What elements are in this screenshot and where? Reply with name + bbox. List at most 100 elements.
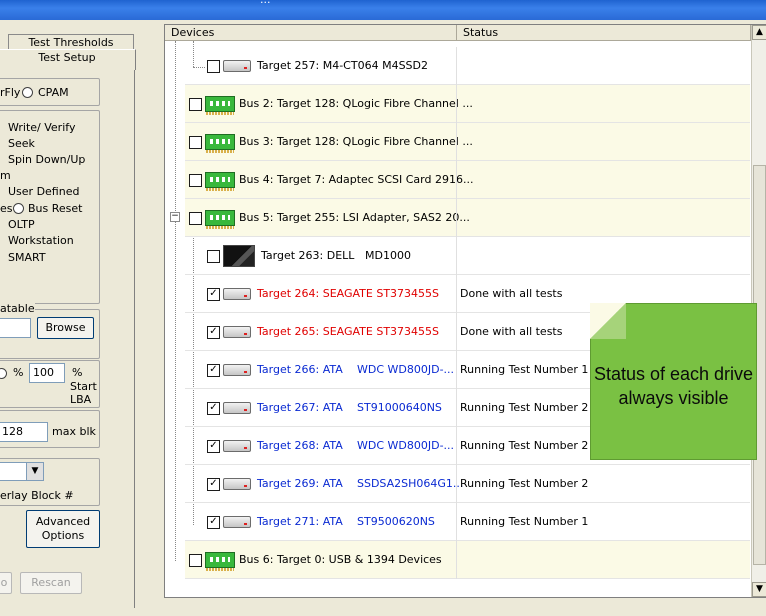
device-row[interactable]: ✓ Target 271: ATA ST9500620NS Running Test … — [185, 503, 750, 541]
device-status: Running Test Number 2 — [460, 401, 589, 414]
bus-row[interactable]: Bus 6: Target 0: USB & 1394 Devices — [185, 541, 750, 579]
test-option-seek[interactable]: Seek — [8, 137, 35, 150]
test-option-workstation[interactable]: Workstation — [8, 234, 74, 247]
test-option-fragment: m — [0, 169, 11, 182]
drive-icon — [223, 60, 251, 72]
overlay-select[interactable]: ▼ — [0, 462, 44, 481]
window-title-bar: ... — [0, 0, 766, 20]
adapter-card-icon — [205, 96, 235, 115]
device-label: Bus 5: Target 255: LSI Adapter, SAS2 20.… — [239, 211, 470, 224]
max-blk-label: max blk — [52, 425, 96, 438]
test-option-spin[interactable]: Spin Down/Up — [8, 153, 85, 166]
device-status: Running Test Number 1 — [460, 515, 589, 528]
device-status: Done with all tests — [460, 325, 563, 338]
device-row[interactable]: ✓ Target 269: ATA SSDSA2SH064G1... Running … — [185, 465, 750, 503]
column-header-devices[interactable]: Devices — [165, 25, 457, 41]
checkbox-icon[interactable]: ✓ — [207, 440, 220, 453]
tab-test-setup[interactable]: Test Setup — [0, 49, 136, 70]
device-row[interactable]: Target 257: M4-CT064 M4SSD2 — [185, 47, 750, 85]
device-label: Bus 2: Target 128: QLogic Fibre Channel … — [239, 97, 473, 110]
device-status: Running Test Number 1 — [460, 363, 589, 376]
column-separator — [456, 47, 457, 85]
checkbox-icon[interactable]: ✓ — [207, 364, 220, 377]
test-setup-panel: Test Thresholds Test Setup rFly CPAM Wri… — [0, 20, 152, 616]
device-label: Target 257: M4-CT064 M4SSD2 — [257, 59, 428, 72]
checkbox-icon[interactable]: ✓ — [207, 516, 220, 529]
enclosure-icon — [223, 245, 255, 267]
tab-test-thresholds[interactable]: Test Thresholds — [8, 34, 134, 50]
rescan-button[interactable]: Rescan — [20, 572, 82, 594]
column-header-status[interactable]: Status — [457, 25, 751, 41]
device-label: Bus 6: Target 0: USB & 1394 Devices — [239, 553, 442, 566]
adapter-card-icon — [205, 134, 235, 153]
bus-row[interactable]: Bus 5: Target 255: LSI Adapter, SAS2 20.… — [185, 199, 750, 237]
column-separator — [456, 465, 457, 503]
adapter-card-icon — [205, 172, 235, 191]
checkbox-icon[interactable] — [189, 174, 202, 187]
checkbox-icon[interactable] — [207, 60, 220, 73]
percent-symbol: % — [13, 366, 24, 379]
column-separator — [456, 85, 457, 123]
device-status: Running Test Number 2 — [460, 477, 589, 490]
test-option-write-verify[interactable]: Write/ Verify — [8, 121, 75, 134]
drive-icon — [223, 288, 251, 300]
checkbox-icon[interactable] — [189, 98, 202, 111]
mode-option-cpam[interactable]: CPAM — [38, 86, 69, 99]
checkbox-icon[interactable]: ✓ — [207, 326, 220, 339]
block-input[interactable]: 128 — [0, 422, 48, 442]
checkbox-icon[interactable]: ✓ — [207, 288, 220, 301]
checkbox-icon[interactable] — [189, 136, 202, 149]
percent-label: % — [72, 366, 83, 379]
overlay-block-label: erlay Block # — [0, 489, 74, 502]
chevron-down-icon[interactable]: ▼ — [26, 463, 43, 480]
checkbox-icon[interactable] — [189, 554, 202, 567]
column-separator — [456, 313, 457, 351]
mode-option-rfly[interactable]: rFly — [0, 86, 20, 99]
adapter-card-icon — [205, 210, 235, 229]
device-label: Target 263: DELL — [261, 249, 355, 262]
callout-text: Status of each drive always visible — [593, 364, 754, 408]
browse-button[interactable]: Browse — [37, 317, 94, 339]
column-separator — [456, 123, 457, 161]
device-label: Target 264: SEAGATE ST373455S — [257, 287, 440, 300]
drive-icon — [223, 440, 251, 452]
device-model: WDC WD800JD-... — [357, 363, 455, 376]
collapse-bus5-icon[interactable]: − — [170, 212, 180, 222]
checkbox-icon[interactable] — [207, 250, 220, 263]
device-row[interactable]: Target 263: DELL MD1000 — [185, 237, 750, 275]
checkbox-icon[interactable]: ✓ — [207, 402, 220, 415]
test-option-user-defined[interactable]: User Defined — [8, 185, 79, 198]
test-option-smart[interactable]: SMART — [8, 251, 46, 264]
advanced-options-button[interactable]: Advanced Options — [26, 510, 100, 548]
column-separator — [456, 503, 457, 541]
column-separator — [456, 351, 457, 389]
column-separator — [456, 427, 457, 465]
left-edge-button[interactable]: o — [0, 572, 12, 594]
test-setup-content: rFly CPAM Write/ Verify Seek Spin Down/U… — [0, 68, 135, 608]
bus-row[interactable]: Bus 3: Target 128: QLogic Fibre Channel … — [185, 123, 750, 161]
test-option-bus-reset[interactable]: Bus Reset — [28, 202, 82, 215]
device-status: Done with all tests — [460, 287, 563, 300]
device-label: Target 269: ATA — [257, 477, 343, 490]
drive-icon — [223, 478, 251, 490]
drive-icon — [223, 326, 251, 338]
column-separator — [456, 275, 457, 313]
scroll-up-icon[interactable]: ▲ — [752, 25, 766, 40]
bus-row[interactable]: Bus 2: Target 128: QLogic Fibre Channel … — [185, 85, 750, 123]
bus-reset-radio[interactable] — [13, 203, 24, 214]
table-group-label: atable — [0, 302, 35, 315]
device-model: SSDSA2SH064G1... — [357, 477, 464, 490]
cpam-radio[interactable] — [22, 87, 33, 98]
device-model: ST91000640NS — [357, 401, 442, 414]
callout-fold-shade — [590, 303, 626, 339]
table-input[interactable] — [0, 318, 31, 338]
test-option-oltp[interactable]: OLTP — [8, 218, 35, 231]
column-separator — [456, 237, 457, 275]
checkbox-icon[interactable] — [189, 212, 202, 225]
scroll-down-icon[interactable]: ▼ — [752, 582, 766, 597]
column-separator — [456, 389, 457, 427]
percent-input[interactable]: 100 — [29, 363, 65, 383]
checkbox-icon[interactable]: ✓ — [207, 478, 220, 491]
device-model: ST9500620NS — [357, 515, 435, 528]
bus-row[interactable]: Bus 4: Target 7: Adaptec SCSI Card 2916.… — [185, 161, 750, 199]
